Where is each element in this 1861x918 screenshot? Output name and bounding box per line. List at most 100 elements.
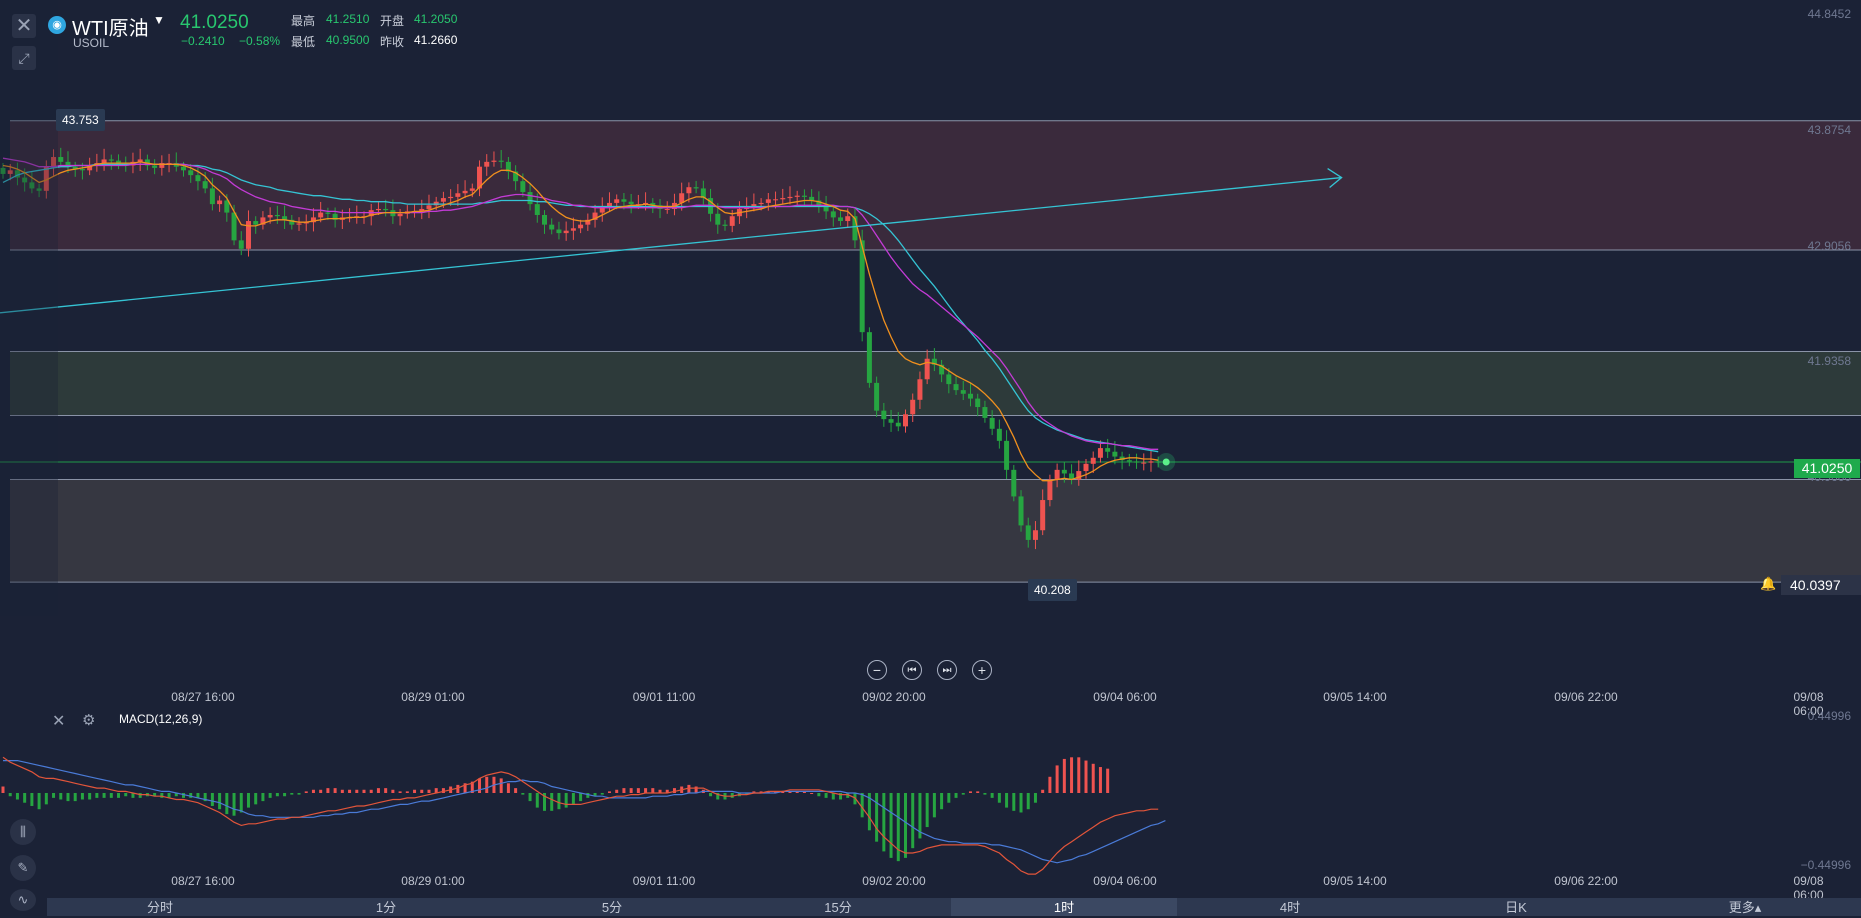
candle-body [1134, 461, 1140, 463]
macd-histogram-bar [23, 793, 27, 803]
macd-histogram-bar [52, 793, 56, 798]
zoom-out-button[interactable]: − [867, 660, 887, 680]
macd-histogram-bar [629, 788, 633, 793]
macd-histogram-bar [109, 793, 113, 798]
macd-histogram-bar [615, 789, 619, 793]
macd-time-label: 09/06 22:00 [1554, 874, 1618, 888]
macd-time-label: 09/05 14:00 [1323, 874, 1387, 888]
macd-histogram-bar [225, 793, 229, 815]
macd-histogram-bar [333, 788, 337, 793]
macd-histogram-bar [904, 793, 907, 858]
macd-histogram-bar [1048, 776, 1052, 793]
macd-histogram-bar [319, 789, 323, 793]
candle-body [1047, 479, 1053, 501]
macd-histogram-bar [911, 793, 915, 849]
macd-histogram-bar [348, 789, 352, 793]
left-fade [0, 0, 58, 616]
price-zone [10, 479, 1861, 583]
tab-fenshi[interactable]: 分时 [47, 898, 273, 916]
tab-1hour[interactable]: 1时 [951, 898, 1177, 916]
macd-histogram-bar [810, 793, 814, 794]
macd-histogram-bar [709, 793, 713, 797]
candle-body [455, 193, 461, 197]
candle-body [188, 170, 194, 176]
macd-histogram-bar [405, 791, 409, 793]
macd-close-icon[interactable]: ✕ [52, 711, 65, 731]
tab-1min[interactable]: 1分 [273, 898, 499, 916]
chart-canvas[interactable] [0, 0, 1861, 916]
macd-histogram-bar [1062, 758, 1066, 793]
scroll-start-button[interactable]: ⏮ [902, 660, 922, 680]
candle-body [866, 332, 872, 383]
alert-price-badge[interactable]: 40.0397 [1781, 575, 1861, 595]
expand-icon[interactable]: ⤢ [12, 46, 36, 70]
macd-histogram-bar [15, 793, 19, 800]
zoom-in-button[interactable]: + [972, 660, 992, 680]
stat-value-open: 41.2050 [414, 12, 458, 26]
tab-more[interactable]: 更多▴ [1629, 898, 1861, 916]
macd-axis-bottom: −0.44996 [1800, 858, 1851, 872]
price-zone [10, 120, 1861, 251]
candle-body [1097, 448, 1103, 458]
tab-15min[interactable]: 15分 [725, 898, 951, 916]
macd-histogram-bar [550, 793, 554, 811]
macd-histogram-bar [485, 776, 489, 793]
macd-histogram-bar [521, 793, 525, 795]
candle-body [975, 398, 981, 408]
scroll-end-button[interactable]: ⏭ [937, 660, 957, 680]
macd-histogram-bar [261, 793, 265, 802]
candle-body [845, 216, 851, 222]
candle-body [838, 217, 844, 222]
draw-pen-icon[interactable]: ✎ [10, 855, 36, 881]
candle-body [989, 417, 995, 429]
macd-histogram-bar [1091, 763, 1095, 793]
macd-settings-icon[interactable]: ⚙ [82, 711, 95, 729]
macd-histogram-bar [1106, 768, 1110, 793]
indicator-icon[interactable]: ∿ [10, 889, 36, 911]
candle-body [296, 223, 302, 225]
candle-body [108, 159, 114, 161]
macd-histogram-bar [1012, 793, 1016, 811]
tab-5min[interactable]: 5分 [499, 898, 725, 916]
candle-body [960, 390, 966, 394]
candle-body [996, 428, 1002, 441]
candle-body [621, 199, 627, 202]
macd-histogram-bar [940, 793, 944, 810]
candle-body [563, 230, 569, 234]
candle-body [202, 181, 208, 189]
candle-body [253, 221, 259, 225]
candle-body [383, 208, 389, 211]
symbol-logo-icon: ◉ [48, 16, 66, 34]
stat-value-high: 41.2510 [326, 12, 370, 26]
candle-body [498, 160, 504, 162]
macd-axis-top: 0.44996 [1807, 709, 1851, 723]
macd-time-label: 08/29 01:00 [401, 874, 465, 888]
tab-daily[interactable]: 日K [1403, 898, 1629, 916]
candle-body [209, 188, 215, 205]
macd-histogram-bar [340, 789, 344, 793]
macd-histogram-bar [232, 793, 236, 816]
macd-histogram-bar [239, 793, 243, 813]
candle-body [152, 165, 158, 168]
candle-type-icon[interactable]: ⫼ [10, 819, 36, 845]
time-axis-label: 09/05 14:00 [1323, 690, 1387, 704]
candle-body [1090, 457, 1096, 464]
close-icon[interactable]: ✕ [12, 14, 36, 38]
tab-4hour[interactable]: 4时 [1177, 898, 1403, 916]
stat-label-high: 最高 [291, 14, 316, 28]
macd-histogram-bar [499, 778, 503, 793]
macd-label: MACD(12,26,9) [119, 712, 203, 726]
macd-histogram-bar [304, 791, 308, 793]
candle-body [426, 205, 432, 209]
bell-icon[interactable]: 🔔 [1760, 576, 1776, 592]
symbol-dropdown-icon[interactable]: ▼ [153, 13, 165, 27]
last-price: 41.0250 [180, 12, 249, 33]
macd-histogram-bar [210, 793, 214, 806]
macd-histogram-bar [817, 793, 821, 797]
macd-histogram-bar [218, 793, 222, 810]
time-axis-label: 09/02 20:00 [862, 690, 926, 704]
candle-body [787, 196, 793, 199]
macd-time-label: 09/02 20:00 [862, 874, 926, 888]
macd-histogram-bar [73, 793, 77, 802]
macd-histogram-bar [44, 793, 48, 805]
